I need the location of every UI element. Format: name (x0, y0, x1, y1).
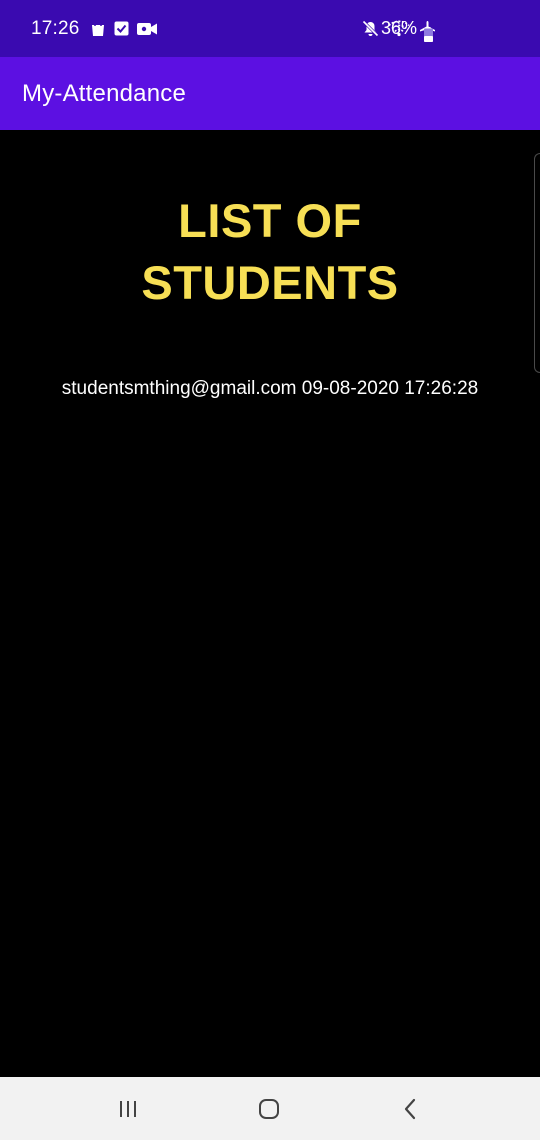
main-content[interactable]: LIST OF STUDENTS studentsmthing@gmail.co… (0, 130, 540, 1077)
recents-icon (118, 1099, 138, 1119)
edge-panel-handle[interactable] (534, 153, 540, 373)
navigation-bar (0, 1077, 540, 1140)
heading-line-2: STUDENTS (141, 256, 399, 309)
home-icon (258, 1098, 280, 1120)
video-camera-icon (136, 22, 157, 36)
app-title: My-Attendance (22, 79, 187, 107)
app-bar: My-Attendance (0, 57, 540, 130)
back-icon (403, 1098, 417, 1120)
status-time: 17:26 (31, 17, 80, 39)
notification-icons (90, 20, 157, 37)
battery-percent: 36% (381, 18, 418, 38)
mute-icon (362, 20, 379, 37)
shopping-bag-icon (90, 20, 106, 37)
list-item[interactable]: studentsmthing@gmail.com 09-08-2020 17:2… (0, 378, 540, 400)
page-heading: LIST OF STUDENTS (0, 190, 540, 314)
screen: 17:26 36% My-Attendance LIST OF STUDENTS… (0, 0, 540, 1140)
home-button[interactable] (229, 1077, 309, 1140)
back-button[interactable] (370, 1077, 450, 1140)
battery-icon (424, 27, 433, 42)
heading-line-1: LIST OF (178, 194, 362, 247)
recents-button[interactable] (88, 1077, 168, 1140)
check-box-icon (114, 21, 129, 36)
status-bar: 17:26 36% (0, 0, 540, 57)
